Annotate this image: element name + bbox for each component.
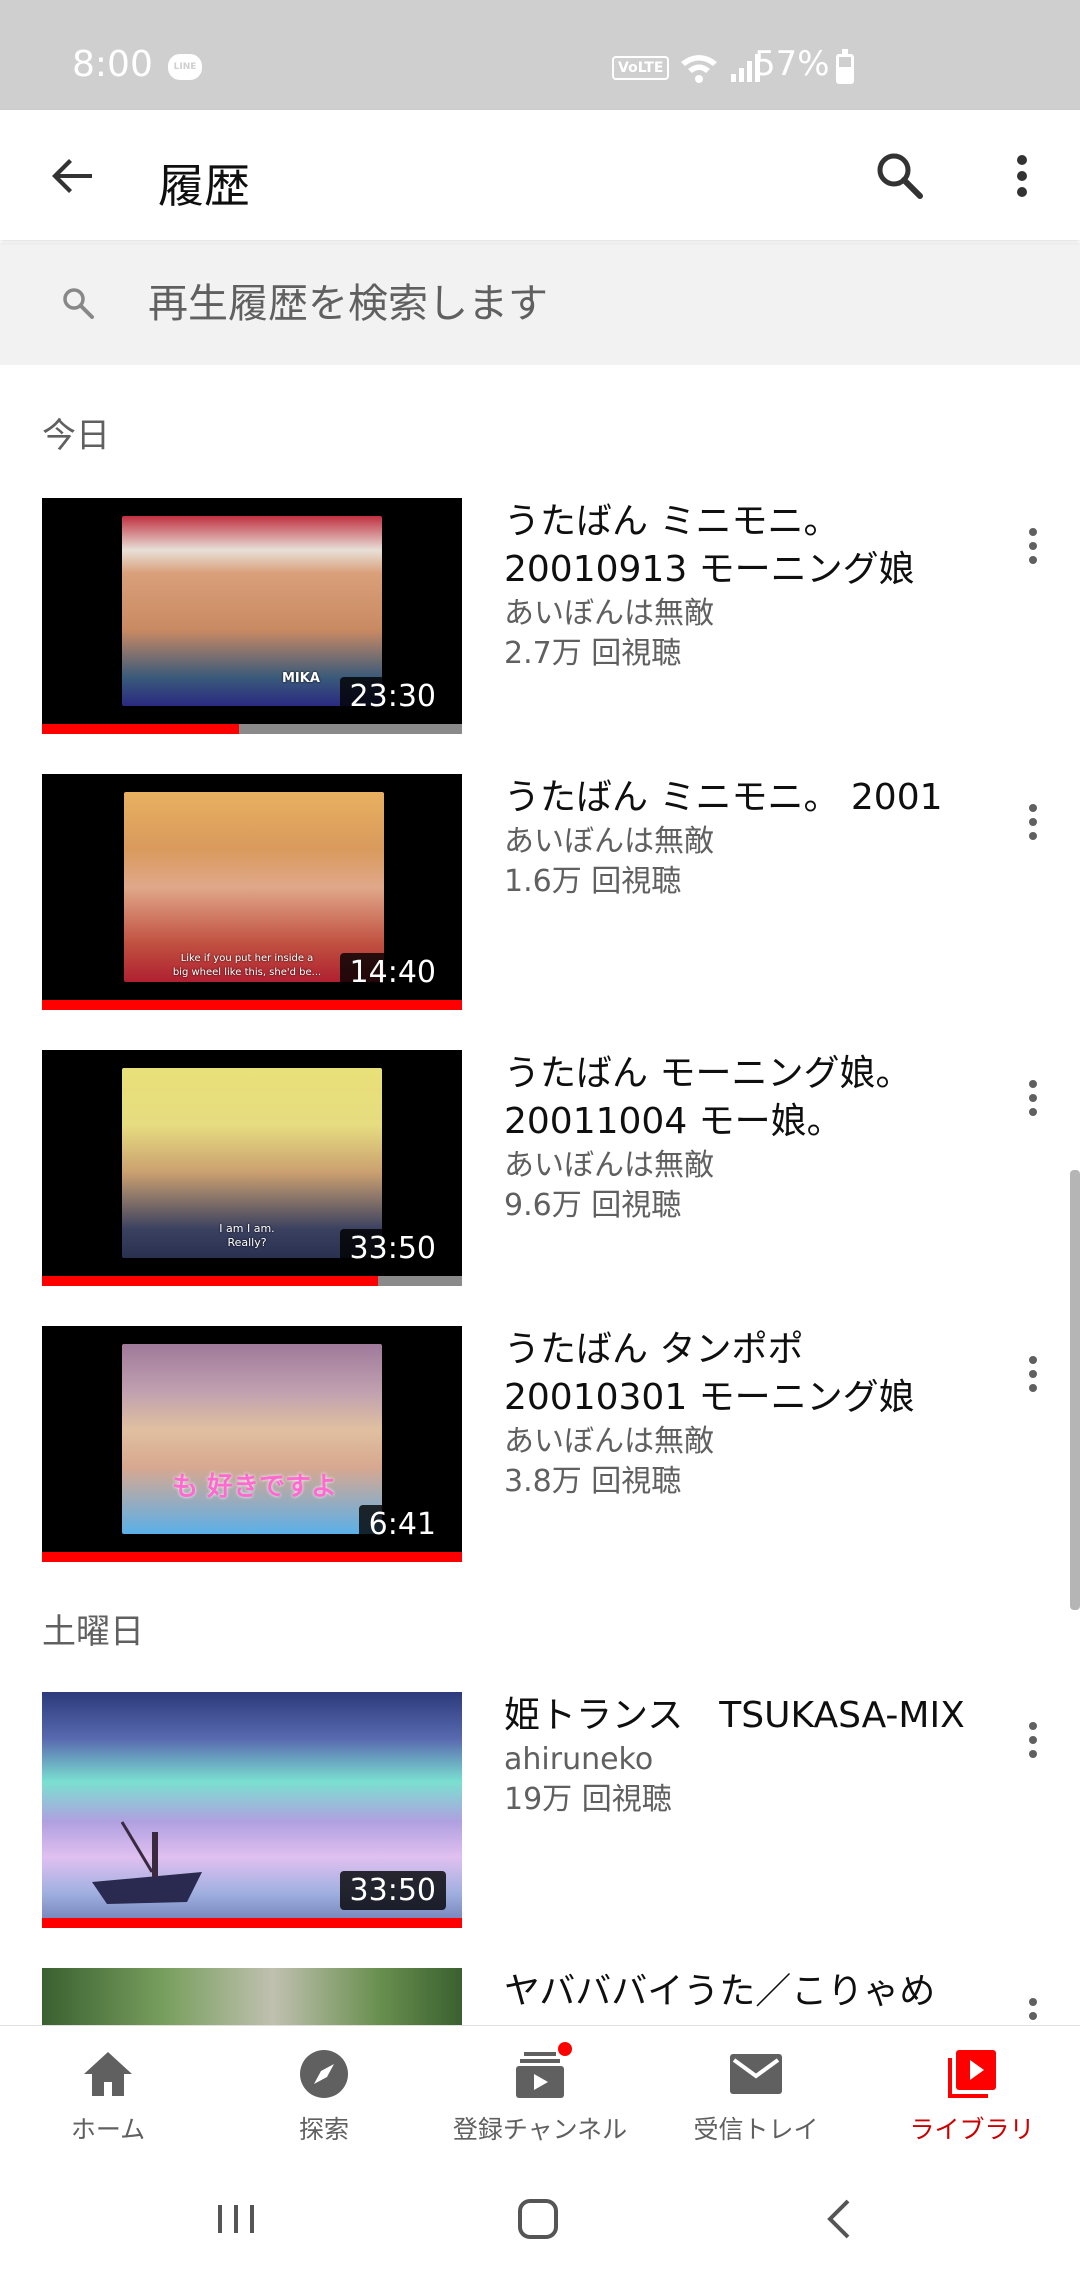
- video-title[interactable]: うたばん ミニモニ。 20010913 モーニング娘: [504, 498, 984, 594]
- system-navigation-bar: [0, 2153, 1080, 2280]
- history-search-bar: [0, 243, 1080, 365]
- nav-home[interactable]: ホーム: [0, 2026, 216, 2153]
- more-vert-icon[interactable]: [1018, 1070, 1048, 1126]
- video-channel: あいぼんは無敵: [504, 1148, 714, 1183]
- library-icon: [948, 2050, 996, 2098]
- video-row[interactable]: I am I am. Really? 33:50 うたばん モーニング娘。 20…: [0, 1050, 1080, 1286]
- video-thumbnail[interactable]: Like if you put her inside a big wheel l…: [42, 774, 462, 1010]
- nav-library[interactable]: ライブラリ: [864, 2026, 1080, 2153]
- video-channel: ahiruneko: [504, 1742, 654, 1777]
- battery-icon: [836, 49, 854, 84]
- video-duration: 33:50: [339, 1229, 446, 1268]
- status-time: 8:00: [72, 44, 153, 85]
- recent-apps-icon[interactable]: [206, 2189, 266, 2249]
- nav-label: ホーム: [70, 2115, 146, 2144]
- video-duration: 6:41: [358, 1505, 446, 1544]
- nav-inbox[interactable]: 受信トレイ: [648, 2026, 864, 2153]
- watch-progress-bar: [42, 724, 462, 734]
- video-channel: あいぼんは無敵: [504, 596, 714, 631]
- page-title: 履歴: [158, 159, 250, 213]
- watch-progress-bar: [42, 1918, 462, 1928]
- video-duration: 33:50: [339, 1871, 446, 1910]
- video-views: 3.8万 回視聴: [504, 1464, 682, 1499]
- nav-label: 受信トレイ: [693, 2115, 819, 2144]
- video-title[interactable]: うたばん ミニモニ。 2001: [504, 774, 984, 822]
- status-bar: 8:00 LINE VoLTE 57%: [0, 0, 1080, 110]
- back-button-icon[interactable]: [810, 2189, 870, 2249]
- video-row[interactable]: Like if you put her inside a big wheel l…: [0, 774, 1080, 1010]
- video-thumbnail[interactable]: も 好きですよ 6:41: [42, 1326, 462, 1562]
- video-views: 2.7万 回視聴: [504, 636, 682, 671]
- watch-progress-bar: [42, 1552, 462, 1562]
- search-icon: [63, 288, 94, 319]
- home-icon: [84, 2052, 132, 2096]
- thumbnail-caption: も 好きですよ: [172, 1472, 338, 1502]
- video-views: 1.6万 回視聴: [504, 864, 682, 899]
- video-views: 19万 回視聴: [504, 1782, 672, 1817]
- nav-label: ライブラリ: [909, 2115, 1035, 2144]
- video-title[interactable]: ヤバババイうた／こりゃめ: [504, 1968, 984, 2016]
- video-channel: あいぼんは無敵: [504, 1424, 714, 1459]
- back-arrow-icon[interactable]: [44, 148, 100, 204]
- nav-label: 登録チャンネル: [452, 2115, 628, 2144]
- home-button-icon[interactable]: [508, 2189, 568, 2249]
- scrollbar[interactable]: [1070, 1170, 1080, 1610]
- battery-percent: 57%: [754, 44, 830, 84]
- thumbnail-caption: MIKA: [282, 671, 320, 686]
- video-views: 9.6万 回視聴: [504, 1188, 682, 1223]
- video-row[interactable]: 33:50 姫トランス TSUKASA-MIX ahiruneko 19万 回視…: [0, 1692, 1080, 1928]
- video-title[interactable]: うたばん タンポポ 20010301 モーニング娘: [504, 1326, 984, 1422]
- video-row[interactable]: も 好きですよ 6:41 うたばん タンポポ 20010301 モーニング娘 あ…: [0, 1326, 1080, 1562]
- explore-icon: [300, 2050, 348, 2098]
- notification-badge: [556, 2040, 574, 2058]
- video-duration: 14:40: [339, 953, 446, 992]
- line-app-icon: LINE: [168, 54, 202, 80]
- history-search-input[interactable]: [148, 273, 1028, 335]
- thumbnail-caption: Like if you put her inside a big wheel l…: [172, 953, 322, 978]
- nav-label: 探索: [298, 2115, 349, 2144]
- more-vert-icon[interactable]: [1018, 1346, 1048, 1402]
- app-bar: 履歴: [0, 110, 1080, 240]
- video-thumbnail[interactable]: I am I am. Really? 33:50: [42, 1050, 462, 1286]
- thumbnail-caption: I am I am. Really?: [219, 1222, 275, 1249]
- search-icon[interactable]: [870, 146, 930, 206]
- more-vert-icon[interactable]: [1018, 518, 1048, 574]
- video-duration: 23:30: [339, 677, 446, 716]
- more-vert-icon[interactable]: [1018, 794, 1048, 850]
- video-title[interactable]: 姫トランス TSUKASA-MIX: [504, 1692, 984, 1740]
- wifi-icon: [681, 55, 718, 83]
- volte-icon: VoLTE: [612, 56, 670, 80]
- boat-silhouette: [92, 1821, 202, 1904]
- inbox-icon: [730, 2054, 782, 2094]
- more-vert-icon[interactable]: [1002, 146, 1042, 206]
- bottom-navigation: ホーム 探索 登録チャンネル 受信トレイ ライブラリ: [0, 2025, 1080, 2153]
- video-thumbnail[interactable]: 33:50: [42, 1692, 462, 1928]
- video-row[interactable]: MIKA 23:30 うたばん ミニモニ。 20010913 モーニング娘 あい…: [0, 498, 1080, 734]
- section-header-today: 今日: [42, 416, 110, 456]
- video-thumbnail[interactable]: MIKA 23:30: [42, 498, 462, 734]
- watch-progress-bar: [42, 1000, 462, 1010]
- video-title[interactable]: うたばん モーニング娘。 20011004 モー娘。: [504, 1050, 984, 1146]
- watch-progress-bar: [42, 1276, 462, 1286]
- more-vert-icon[interactable]: [1018, 1712, 1048, 1768]
- section-header-saturday: 土曜日: [42, 1612, 144, 1652]
- video-channel: あいぼんは無敵: [504, 824, 714, 859]
- nav-subscriptions[interactable]: 登録チャンネル: [432, 2026, 648, 2153]
- nav-explore[interactable]: 探索: [216, 2026, 432, 2153]
